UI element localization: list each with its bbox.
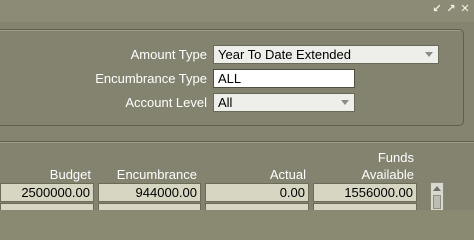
window-controls: ↙ ↗ ✕ [432,3,470,14]
amount-type-value: Year To Date Extended [218,47,351,62]
balances-window: ↙ ↗ ✕ Amount Type Year To Date Extended … [0,0,474,210]
budget-cell[interactable]: 2500000.00 [0,183,94,202]
encumbrance-type-value: ALL [218,71,242,86]
vertical-scrollbar[interactable] [430,182,444,210]
scroll-up-icon[interactable] [433,186,441,191]
account-level-row: Account Level All [0,93,474,113]
amount-type-row: Amount Type Year To Date Extended [0,45,474,65]
restore-arrow-icon[interactable]: ↗ [446,3,456,14]
column-header-encumbrance: Encumbrance [116,167,197,182]
table-row-empty-cell[interactable] [98,203,201,210]
account-level-value: All [218,95,233,110]
column-header-funds: Funds [377,150,414,165]
chevron-down-icon[interactable] [425,52,433,57]
column-header-actual: Actual [269,167,306,182]
amount-type-select[interactable]: Year To Date Extended [213,45,439,64]
account-level-select[interactable]: All [213,93,355,112]
account-level-label: Account Level [125,95,207,110]
encumbrance-type-field[interactable]: ALL [213,69,355,88]
table-row-empty-cell[interactable] [0,203,94,210]
close-icon[interactable]: ✕ [460,3,470,14]
column-header-available: Available [361,167,414,182]
encumbrance-type-row: Encumbrance Type ALL [0,69,474,89]
actual-cell[interactable]: 0.00 [205,183,309,202]
minimize-arrow-icon[interactable]: ↙ [432,3,442,14]
table-row-empty-cell[interactable] [313,203,417,210]
funds-available-cell[interactable]: 1556000.00 [313,183,417,202]
table-row-empty-cell[interactable] [205,203,309,210]
chevron-down-icon[interactable] [341,100,349,105]
encumbrance-cell[interactable]: 944000.00 [98,183,201,202]
window-titlebar: ↙ ↗ ✕ [0,0,474,22]
column-header-budget: Budget [49,167,91,182]
scroll-thumb[interactable] [433,195,441,209]
amount-type-label: Amount Type [130,47,207,62]
encumbrance-type-label: Encumbrance Type [95,71,207,86]
